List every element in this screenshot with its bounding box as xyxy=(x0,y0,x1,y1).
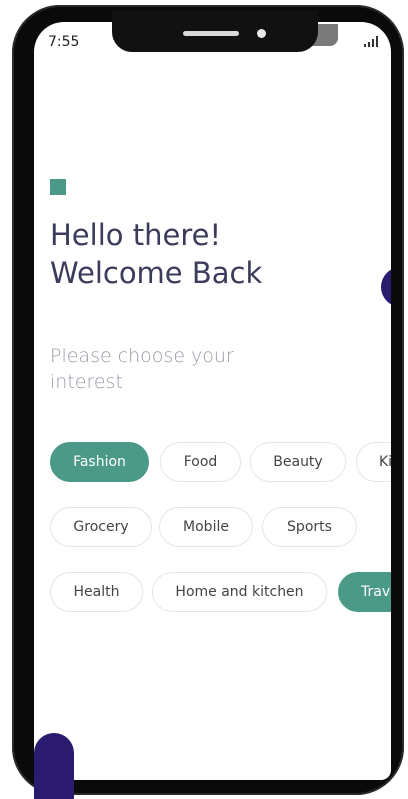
chip-food[interactable]: Food xyxy=(160,442,241,482)
status-time: 7:55 xyxy=(48,34,80,50)
chip-sports[interactable]: Sports xyxy=(262,507,357,547)
chip-travel[interactable]: Trave xyxy=(338,572,391,612)
chip-grocery[interactable]: Grocery xyxy=(50,507,152,547)
chip-fashion[interactable]: Fashion xyxy=(50,442,149,482)
camera-icon xyxy=(257,29,266,38)
accent-square-icon xyxy=(50,179,66,195)
signal-icon xyxy=(364,35,380,47)
chip-kids[interactable]: Ki xyxy=(356,442,391,482)
welcome-title: Hello there! Welcome Back xyxy=(50,218,263,290)
chip-health[interactable]: Health xyxy=(50,572,143,612)
speaker-icon xyxy=(183,31,239,36)
chip-home-and-kitchen[interactable]: Home and kitchen xyxy=(152,572,327,612)
chip-beauty[interactable]: Beauty xyxy=(250,442,346,482)
app-screen xyxy=(34,22,391,780)
decorative-blob xyxy=(34,733,74,799)
interest-prompt: Please choose your interest xyxy=(50,345,234,393)
chip-mobile[interactable]: Mobile xyxy=(159,507,253,547)
